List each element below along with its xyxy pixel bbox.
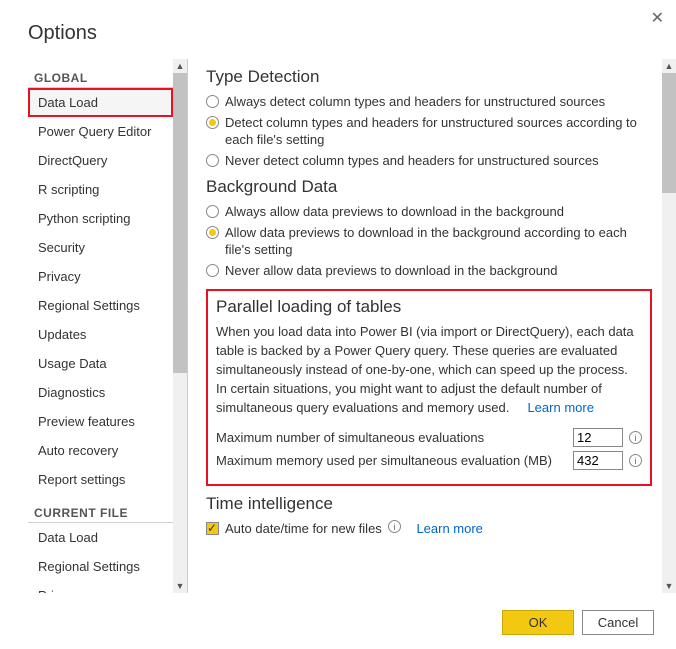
scroll-up-icon[interactable]: ▲ [176,59,185,73]
dialog-title: Options [0,0,676,59]
sidebar-item-diagnostics[interactable]: Diagnostics [28,378,173,407]
info-icon[interactable]: i [629,431,642,444]
heading-parallel-loading: Parallel loading of tables [216,297,642,317]
radio-label: Never detect column types and headers fo… [225,152,599,170]
parallel-loading-section: Parallel loading of tables When you load… [206,289,652,485]
radio-bg-file-setting[interactable]: Allow data previews to download in the b… [206,224,652,259]
radio-label: Detect column types and headers for unst… [225,114,652,149]
scroll-down-icon[interactable]: ▼ [176,579,185,593]
sidebar-item-preview-features[interactable]: Preview features [28,407,173,436]
sidebar-item-security[interactable]: Security [28,233,173,262]
sidebar-item-usage-data[interactable]: Usage Data [28,349,173,378]
ok-button[interactable]: OK [502,610,574,635]
sidebar-item-privacy[interactable]: Privacy [28,262,173,291]
dialog-footer: OK Cancel [502,610,654,635]
radio-icon [206,264,219,277]
sidebar-item-updates[interactable]: Updates [28,320,173,349]
radio-label: Always allow data previews to download i… [225,203,564,221]
heading-time-intelligence: Time intelligence [206,494,652,514]
field-max-memory: Maximum memory used per simultaneous eva… [216,451,642,470]
radio-label: Allow data previews to download in the b… [225,224,652,259]
parallel-description: When you load data into Power BI (via im… [216,323,642,417]
radio-bg-always[interactable]: Always allow data previews to download i… [206,203,652,221]
content-pane: Type Detection Always detect column type… [188,59,676,593]
scrollbar-thumb[interactable] [662,73,676,193]
field-label: Maximum number of simultaneous evaluatio… [216,430,567,445]
field-label: Maximum memory used per simultaneous eva… [216,453,567,468]
sidebar-item-cf-privacy[interactable]: Privacy [28,581,173,593]
radio-icon [206,226,219,239]
sidebar-item-auto-recovery[interactable]: Auto recovery [28,436,173,465]
radio-type-always[interactable]: Always detect column types and headers f… [206,93,652,111]
sidebar-item-python-scripting[interactable]: Python scripting [28,204,173,233]
sidebar: GLOBAL Data Load Power Query Editor Dire… [28,59,188,593]
max-memory-input[interactable] [573,451,623,470]
sidebar-header-current-file: CURRENT FILE [28,500,173,523]
radio-icon [206,95,219,108]
radio-bg-never[interactable]: Never allow data previews to download in… [206,262,652,280]
checkbox-label: Auto date/time for new files [225,520,382,538]
heading-background-data: Background Data [206,177,652,197]
scroll-up-icon[interactable]: ▲ [665,59,674,73]
sidebar-item-cf-data-load[interactable]: Data Load [28,523,173,552]
time-intel-learn-more-link[interactable]: Learn more [416,520,482,538]
sidebar-item-power-query-editor[interactable]: Power Query Editor [28,117,173,146]
sidebar-scrollbar[interactable]: ▲ ▼ [173,59,187,593]
radio-type-file-setting[interactable]: Detect column types and headers for unst… [206,114,652,149]
radio-label: Never allow data previews to download in… [225,262,557,280]
sidebar-item-r-scripting[interactable]: R scripting [28,175,173,204]
close-icon[interactable]: ✕ [651,8,664,28]
sidebar-item-data-load[interactable]: Data Load [28,88,173,117]
scroll-down-icon[interactable]: ▼ [665,579,674,593]
sidebar-header-global: GLOBAL [28,65,173,88]
parallel-learn-more-link[interactable]: Learn more [527,400,593,415]
radio-icon [206,205,219,218]
max-evaluations-input[interactable] [573,428,623,447]
heading-type-detection: Type Detection [206,67,652,87]
radio-icon [206,116,219,129]
sidebar-item-report-settings[interactable]: Report settings [28,465,173,494]
content-scrollbar[interactable]: ▲ ▼ [662,59,676,593]
checkbox-auto-datetime[interactable]: Auto date/time for new files i Learn mor… [206,520,652,538]
radio-icon [206,154,219,167]
sidebar-item-regional-settings[interactable]: Regional Settings [28,291,173,320]
checkbox-icon [206,522,219,535]
sidebar-item-directquery[interactable]: DirectQuery [28,146,173,175]
cancel-button[interactable]: Cancel [582,610,654,635]
sidebar-item-cf-regional-settings[interactable]: Regional Settings [28,552,173,581]
info-icon[interactable]: i [388,520,401,533]
radio-label: Always detect column types and headers f… [225,93,605,111]
scrollbar-thumb[interactable] [173,73,187,373]
radio-type-never[interactable]: Never detect column types and headers fo… [206,152,652,170]
info-icon[interactable]: i [629,454,642,467]
field-max-evaluations: Maximum number of simultaneous evaluatio… [216,428,642,447]
main-area: GLOBAL Data Load Power Query Editor Dire… [0,59,676,593]
